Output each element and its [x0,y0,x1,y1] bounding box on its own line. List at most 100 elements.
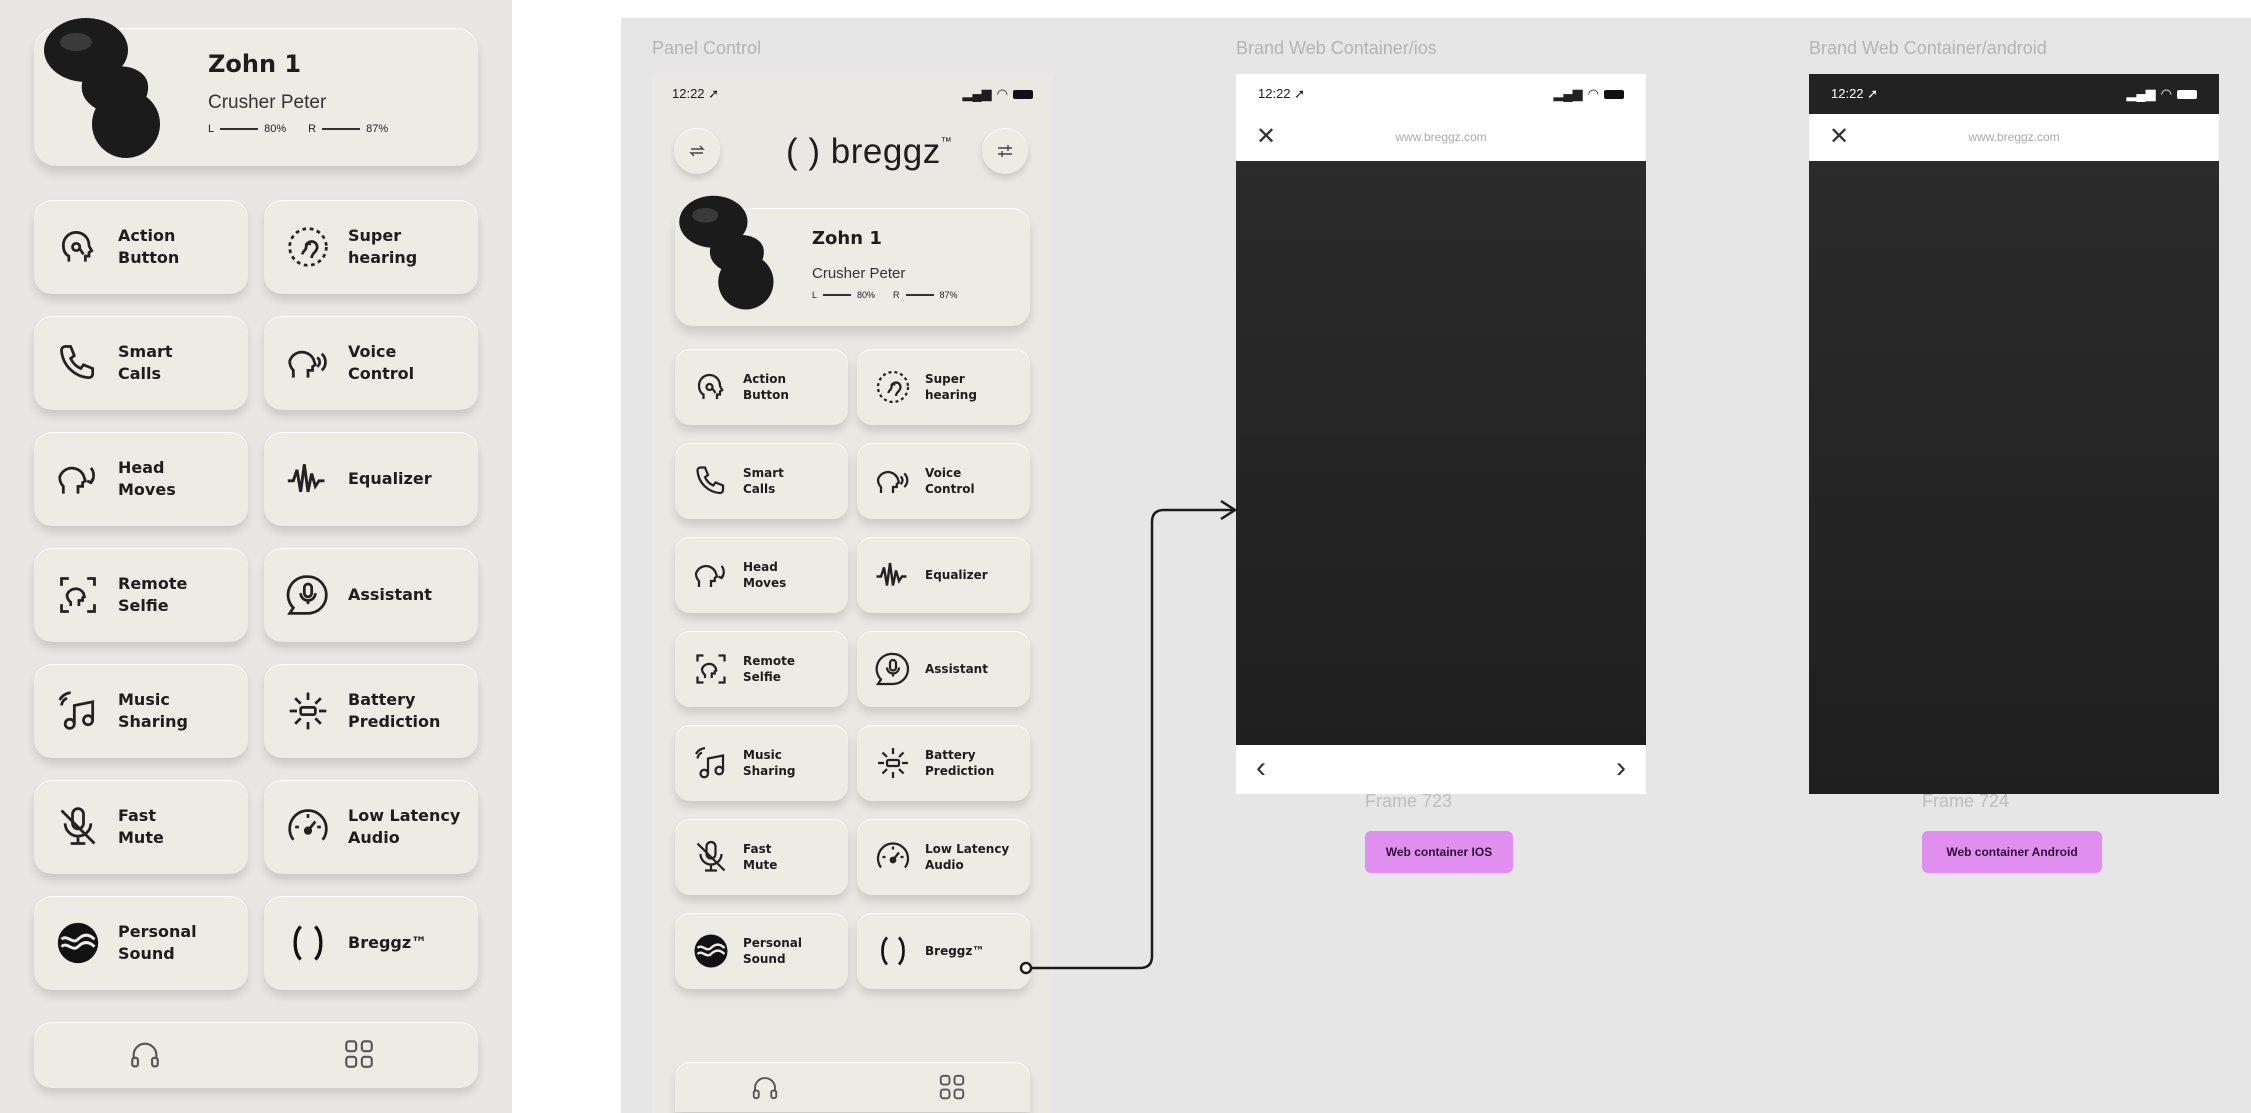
feature-tile-action[interactable]: Action Button [34,200,248,294]
status-bar: 12:22 ➚ ▂▄▆ ◠ [1236,74,1646,114]
feature-label-line1: Equalizer [348,469,432,489]
feature-label: Breggz™ [348,932,427,954]
tag-web-container-android[interactable]: Web container Android [1922,831,2102,873]
headphones-icon[interactable] [750,1073,780,1103]
feature-label-line1: Music [743,747,782,762]
feature-tile-super[interactable]: Super hearing [857,349,1030,425]
feature-tile-breggz[interactable]: Breggz™ [857,913,1030,989]
assistant-mic-icon [286,573,330,617]
feature-label-line1: Super [348,226,402,246]
ios-web-container: 12:22 ➚ ▂▄▆ ◠ ✕ www.breggz.com ‹ › [1236,74,1646,804]
head-moves-icon [56,457,100,501]
feature-label-line2: Button [743,388,789,402]
mic-mute-icon [693,839,729,875]
feature-tile-voice[interactable]: Voice Control [857,443,1030,519]
feature-label-line2: Sound [118,944,175,963]
device-card[interactable]: Zohn 1 Crusher Peter L 80% R 87% [675,195,1030,326]
feature-label-line1: Battery [925,747,976,762]
divider [905,294,934,296]
web-view[interactable] [1809,161,2219,794]
divider [823,294,852,296]
left-label: L [812,290,818,300]
feature-label-line1: Action [743,371,787,386]
back-icon[interactable]: ‹ [1256,751,1266,785]
feature-tile-sound[interactable]: Personal Sound [675,913,848,989]
feature-label-line1: Personal [118,922,197,942]
feature-label: Head Moves [118,457,176,500]
feature-label-line2: Mute [118,828,164,847]
phone-icon [693,463,729,499]
forward-icon[interactable]: › [1616,751,1626,785]
feature-tile-calls[interactable]: Smart Calls [675,443,848,519]
feature-tile-head[interactable]: Head Moves [34,432,248,526]
feature-tile-voice[interactable]: Voice Control [264,316,478,410]
ear-icon [875,369,911,405]
browser-toolbar: ‹ › [1236,745,1646,794]
earbud-image [24,6,184,166]
tag-web-container-ios[interactable]: Web container IOS [1365,831,1513,873]
feature-label: Assistant [348,584,432,606]
feature-tile-assistant[interactable]: Assistant [264,548,478,642]
feature-label: Voice Control [348,341,414,384]
feature-label-line1: Voice [348,342,397,362]
feature-tile-mute[interactable]: Fast Mute [34,780,248,874]
feature-label: Breggz™ [925,943,984,959]
feature-tile-battery[interactable]: Battery Prediction [857,725,1030,801]
feature-label: Fast Mute [743,841,777,873]
feature-tile-battery[interactable]: Battery Prediction [264,664,478,758]
feature-tile-eq[interactable]: Equalizer [857,537,1030,613]
settings-sliders-icon[interactable] [982,128,1028,174]
feature-tile-eq[interactable]: Equalizer [264,432,478,526]
speedometer-icon [875,839,911,875]
feature-tile-selfie[interactable]: Remote Selfie [34,548,248,642]
feature-label-line1: Head [118,458,165,478]
feature-label-line2: Selfie [118,596,169,615]
feature-label: Action Button [743,371,789,403]
status-time: 12:22 ➚ [1831,86,1879,101]
device-card[interactable]: Zohn 1 Crusher Peter L 80% R 87% [34,18,478,166]
feature-tile-sound[interactable]: Personal Sound [34,896,248,990]
feature-tile-selfie[interactable]: Remote Selfie [675,631,848,707]
feature-label-line2: Button [118,248,180,267]
feature-label: Smart Calls [118,341,173,384]
feature-label: Remote Selfie [118,573,187,616]
feature-label: Fast Mute [118,805,164,848]
feature-label-line2: hearing [348,248,418,267]
status-time: 12:22 ➚ [1258,86,1306,101]
head-moves-icon [693,557,729,593]
feature-tile-head[interactable]: Head Moves [675,537,848,613]
feature-label-line1: Fast [118,806,156,826]
feature-label-line1: Low Latency [348,806,461,826]
right-battery-value: 87% [366,123,389,135]
equalizer-icon [875,557,911,593]
feature-tile-latency[interactable]: Low Latency Audio [264,780,478,874]
feature-tile-assistant[interactable]: Assistant [857,631,1030,707]
feature-label-line1: Remote [743,653,796,668]
feature-tile-music[interactable]: Music Sharing [34,664,248,758]
web-view[interactable] [1236,161,1646,745]
feature-label: Super hearing [348,225,417,268]
url-bar: ✕ www.breggz.com [1809,114,2219,161]
feature-tile-mute[interactable]: Fast Mute [675,819,848,895]
grid-icon[interactable] [342,1037,376,1071]
equalizer-icon [286,457,330,501]
grid-icon[interactable] [937,1072,967,1102]
feature-tile-super[interactable]: Super hearing [264,200,478,294]
feature-label-line1: Music [118,690,170,710]
breggz-logo-icon [875,933,911,969]
remote-selfie-icon [693,651,729,687]
feature-label: Smart Calls [743,465,784,497]
headphones-icon[interactable] [128,1038,162,1072]
music-sharing-icon [56,689,100,733]
feature-label-line2: Moves [743,576,787,590]
sync-icon[interactable] [674,128,720,174]
bottom-nav [34,1022,478,1088]
feature-label-line2: Audio [348,828,400,847]
feature-tile-music[interactable]: Music Sharing [675,725,848,801]
feature-tile-calls[interactable]: Smart Calls [34,316,248,410]
ear-icon [286,225,330,269]
feature-tile-action[interactable]: Action Button [675,349,848,425]
feature-label-line2: Control [348,364,415,383]
feature-tile-breggz[interactable]: Breggz™ [264,896,478,990]
feature-tile-latency[interactable]: Low Latency Audio [857,819,1030,895]
